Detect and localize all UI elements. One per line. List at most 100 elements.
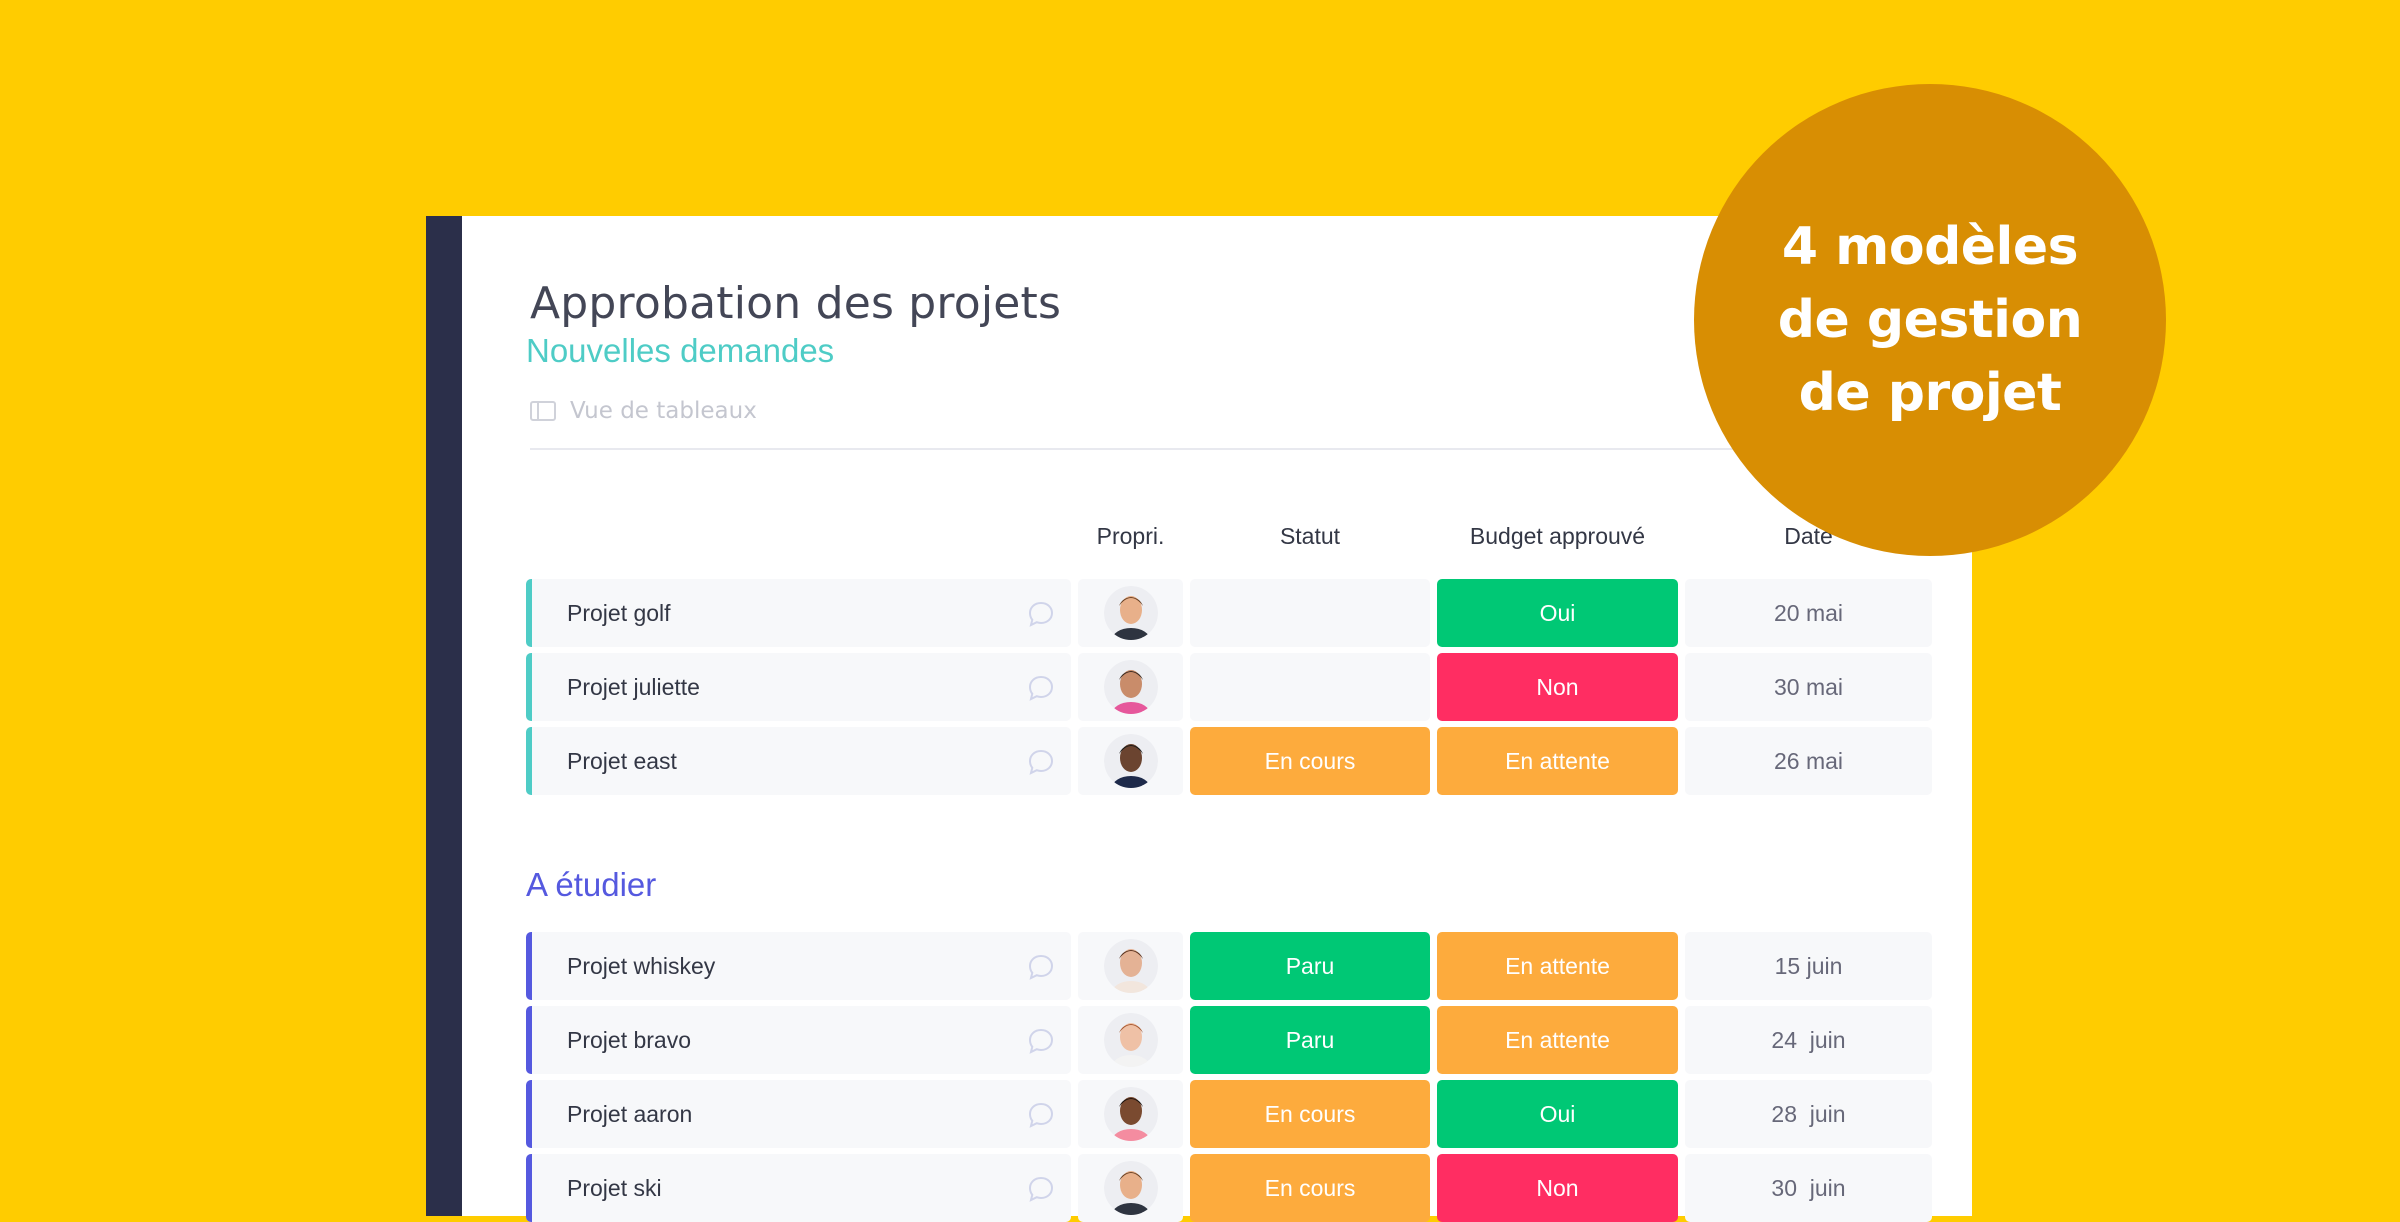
column-header-budget[interactable]: Budget approuvé	[1437, 523, 1678, 550]
avatar[interactable]	[1103, 586, 1158, 640]
budget-label: Oui	[1539, 1100, 1576, 1127]
item-name[interactable]: Projet golf	[567, 600, 671, 627]
budget-label: Oui	[1539, 599, 1576, 626]
group-title-nouvelles-demandes[interactable]: Nouvelles demandes	[526, 332, 834, 370]
comment-icon[interactable]	[1027, 748, 1054, 775]
table-row: Projet east En cours En attente 26 mai	[526, 727, 1932, 795]
budget-cell[interactable]: Oui	[1437, 579, 1678, 647]
budget-cell[interactable]: En attente	[1437, 932, 1678, 1000]
budget-cell[interactable]: En attente	[1437, 1006, 1678, 1074]
avatar[interactable]	[1103, 1087, 1158, 1141]
budget-cell[interactable]: En attente	[1437, 727, 1678, 795]
comment-icon[interactable]	[1027, 1101, 1054, 1128]
status-label: Paru	[1285, 1026, 1335, 1053]
owner-cell[interactable]	[1078, 1080, 1183, 1148]
item-name-cell[interactable]: Projet aaron	[526, 1080, 1071, 1148]
item-name-cell[interactable]: Projet ski	[526, 1154, 1071, 1222]
avatar[interactable]	[1103, 1013, 1158, 1067]
group-title-a-etudier[interactable]: A étudier	[526, 866, 656, 904]
group-color-bar	[526, 653, 532, 721]
group-color-bar	[526, 932, 532, 1000]
status-cell[interactable]: En cours	[1190, 727, 1430, 795]
budget-cell[interactable]: Oui	[1437, 1080, 1678, 1148]
item-name[interactable]: Projet east	[567, 748, 677, 775]
item-name[interactable]: Projet bravo	[567, 1027, 691, 1054]
column-header-status[interactable]: Statut	[1190, 523, 1430, 550]
status-label: Paru	[1285, 952, 1335, 979]
item-name[interactable]: Projet ski	[567, 1175, 662, 1202]
date-label: 20 mai	[1773, 599, 1844, 626]
item-name-cell[interactable]: Projet bravo	[526, 1006, 1071, 1074]
date-label: 24 juin	[1771, 1026, 1846, 1053]
budget-label: Non	[1536, 1174, 1579, 1201]
date-cell[interactable]: 30 mai	[1685, 653, 1932, 721]
comment-icon[interactable]	[1027, 953, 1054, 980]
group-color-bar	[526, 1154, 532, 1222]
group-color-bar	[526, 1006, 532, 1074]
table-row: Projet golf Oui 20 mai	[526, 579, 1932, 647]
comment-icon[interactable]	[1027, 1175, 1054, 1202]
status-cell[interactable]	[1190, 579, 1430, 647]
status-cell[interactable]: Paru	[1190, 932, 1430, 1000]
owner-cell[interactable]	[1078, 1154, 1183, 1222]
table-row: Projet bravo Paru En attente 24 juin	[526, 1006, 1932, 1074]
view-tab-label: Vue de tableaux	[570, 398, 757, 424]
date-label: 30 juin	[1771, 1174, 1846, 1201]
owner-cell[interactable]	[1078, 932, 1183, 1000]
badge-line: de gestion	[1777, 289, 2083, 350]
item-name[interactable]: Projet juliette	[567, 674, 700, 701]
badge-line: 4 modèles	[1781, 216, 2079, 277]
item-name-cell[interactable]: Projet juliette	[526, 653, 1071, 721]
item-name[interactable]: Projet aaron	[567, 1101, 692, 1128]
date-cell[interactable]: 24 juin	[1685, 1006, 1932, 1074]
group-color-bar	[526, 727, 532, 795]
date-label: 28 juin	[1771, 1100, 1846, 1127]
budget-label: En attente	[1505, 747, 1610, 774]
status-cell[interactable]: Paru	[1190, 1006, 1430, 1074]
date-cell[interactable]: 20 mai	[1685, 579, 1932, 647]
date-cell[interactable]: 26 mai	[1685, 727, 1932, 795]
table-row: Projet aaron En cours Oui 28 juin	[526, 1080, 1932, 1148]
promo-badge-text: 4 modèles de gestion de projet	[1777, 211, 2083, 430]
date-cell[interactable]: 15 juin	[1685, 932, 1932, 1000]
comment-icon[interactable]	[1027, 600, 1054, 627]
table-row: Projet juliette Non 30 mai	[526, 653, 1932, 721]
owner-cell[interactable]	[1078, 727, 1183, 795]
comment-icon[interactable]	[1027, 1027, 1054, 1054]
status-label: En cours	[1264, 747, 1356, 774]
left-sidebar	[426, 216, 462, 1216]
budget-label: En attente	[1505, 1026, 1610, 1053]
table-row: Projet ski En cours Non 30 juin	[526, 1154, 1932, 1222]
status-label: En cours	[1264, 1174, 1356, 1201]
status-cell[interactable]: En cours	[1190, 1080, 1430, 1148]
status-cell[interactable]: En cours	[1190, 1154, 1430, 1222]
table-view-icon	[530, 401, 556, 421]
badge-line: de projet	[1798, 362, 2062, 423]
view-tab-table[interactable]: Vue de tableaux	[530, 398, 757, 424]
group-color-bar	[526, 1080, 532, 1148]
item-name-cell[interactable]: Projet east	[526, 727, 1071, 795]
owner-cell[interactable]	[1078, 579, 1183, 647]
item-name-cell[interactable]: Projet golf	[526, 579, 1071, 647]
avatar[interactable]	[1103, 734, 1158, 788]
item-name[interactable]: Projet whiskey	[567, 953, 715, 980]
date-cell[interactable]: 28 juin	[1685, 1080, 1932, 1148]
budget-cell[interactable]: Non	[1437, 1154, 1678, 1222]
item-name-cell[interactable]: Projet whiskey	[526, 932, 1071, 1000]
table-row: Projet whiskey Paru En attente 15 juin	[526, 932, 1932, 1000]
date-label: 30 mai	[1773, 673, 1844, 700]
column-header-owner[interactable]: Propri.	[1078, 523, 1183, 550]
owner-cell[interactable]	[1078, 1006, 1183, 1074]
avatar[interactable]	[1103, 1161, 1158, 1215]
status-label: En cours	[1264, 1100, 1356, 1127]
status-cell[interactable]	[1190, 653, 1430, 721]
budget-cell[interactable]: Non	[1437, 653, 1678, 721]
owner-cell[interactable]	[1078, 653, 1183, 721]
avatar[interactable]	[1103, 939, 1158, 993]
budget-label: Non	[1536, 673, 1579, 700]
board-title: Approbation des projets	[530, 278, 1062, 329]
comment-icon[interactable]	[1027, 674, 1054, 701]
avatar[interactable]	[1103, 660, 1158, 714]
date-label: 26 mai	[1773, 747, 1844, 774]
date-cell[interactable]: 30 juin	[1685, 1154, 1932, 1222]
